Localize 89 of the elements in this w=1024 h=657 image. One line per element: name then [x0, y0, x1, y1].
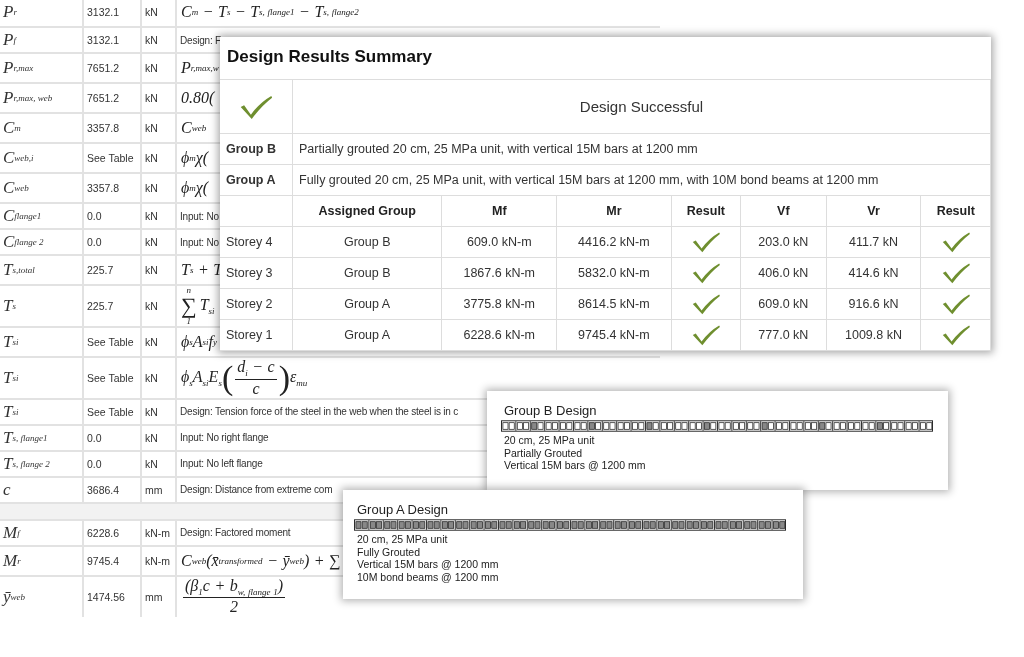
table-cell: 916.6 kN — [826, 288, 921, 320]
table-cell: kN — [142, 230, 175, 254]
formula: 0.80( — [181, 89, 215, 107]
table-cell: Group A — [292, 319, 442, 351]
table-cell: kN — [142, 286, 175, 326]
table-cell: 0.0 — [84, 230, 140, 254]
window-title: Group A Design — [357, 502, 450, 517]
table-cell: Storey 1 — [220, 319, 293, 351]
table-cell: 4416.2 kN-m — [556, 226, 672, 258]
formula: n ∑ 1 T$_{si}$ — [181, 286, 215, 326]
table-cell: 203.0 kN — [740, 226, 827, 258]
table-cell: 9745.4 kN-m — [556, 319, 672, 351]
table-cell: See Table — [84, 399, 140, 424]
table-cell: Group A — [292, 288, 442, 320]
column-header: Mf — [441, 195, 557, 227]
table-cell: kN — [142, 256, 175, 284]
table-cell: 0.0 — [84, 204, 140, 228]
table-cell: kN — [142, 358, 175, 398]
table-cell: kN — [142, 144, 175, 172]
table-cell: Group B — [220, 133, 293, 165]
table-cell: 1867.6 kN-m — [441, 257, 557, 289]
table-cell: 6228.6 — [84, 520, 140, 545]
table-cell: Storey 2 — [220, 288, 293, 320]
table-cell: Group A — [220, 164, 293, 196]
table-cell: 414.6 kN — [826, 257, 921, 289]
status-text: Design Successful — [292, 80, 991, 134]
table-cell: 0.0 — [84, 425, 140, 450]
table-cell: 8614.5 kN-m — [556, 288, 672, 320]
table-cell: Group B — [292, 257, 442, 289]
table-cell: kN — [142, 114, 175, 142]
window-title: Group B Design — [504, 403, 598, 418]
formula: (β$_{1}$c + b$_{w, flange 1}$) 2 — [182, 576, 287, 617]
detail-text: 20 cm, 25 MPa unit — [504, 434, 596, 447]
table-cell: kN-m — [142, 520, 175, 545]
table-cell: c — [0, 477, 82, 502]
table-cell: Storey 3 — [220, 257, 293, 289]
detail-text: Fully Grouted — [357, 545, 422, 558]
detail-text: 20 cm, 25 MPa unit — [357, 533, 449, 546]
table-cell: 3132.1 — [84, 0, 140, 26]
table-cell: 411.7 kN — [826, 226, 921, 258]
table-cell: See Table — [84, 328, 140, 356]
table-cell: 225.7 — [84, 256, 140, 284]
table-cell: kN — [142, 451, 175, 476]
table-cell: 225.7 — [84, 286, 140, 326]
column-header: Result — [920, 195, 991, 227]
table-cell: 9745.4 — [84, 546, 140, 575]
table-cell: 609.0 kN — [740, 288, 827, 320]
column-header: Mr — [556, 195, 672, 227]
table-cell: 0.0 — [84, 451, 140, 476]
table-cell: kN — [142, 84, 175, 112]
table-cell: kN — [142, 425, 175, 450]
detail-text: 10M bond beams @ 1200 mm — [357, 570, 500, 583]
detail-text: Vertical 15M bars @ 1200 mm — [504, 459, 647, 472]
table-cell: 7651.2 — [84, 84, 140, 112]
table-cell: Storey 4 — [220, 226, 293, 258]
table-cell: 7651.2 — [84, 54, 140, 82]
table-cell: kN — [142, 328, 175, 356]
column-header: Assigned Group — [292, 195, 442, 227]
table-cell: Fully grouted 20 cm, 25 MPa unit, with vertical 15M bars at 1200 mm, with 10M bond beams at 1200 mm — [292, 164, 991, 196]
column-header: Result — [671, 195, 741, 227]
table-cell: Group B — [292, 226, 442, 258]
table-cell: kN — [142, 399, 175, 424]
table-cell: 1009.8 kN — [826, 319, 921, 351]
detail-text: Vertical 15M bars @ 1200 mm — [357, 558, 500, 571]
table-cell: 3775.8 kN-m — [441, 288, 557, 320]
table-cell: See Table — [84, 358, 140, 398]
table-cell: 1474.56 — [84, 576, 140, 617]
table-cell: kN — [142, 174, 175, 202]
column-header: Vf — [740, 195, 827, 227]
window-title: Design Results Summary — [220, 37, 991, 80]
table-cell: kN — [142, 54, 175, 82]
table-cell: See Table — [84, 144, 140, 172]
table-cell: 3686.4 — [84, 477, 140, 502]
table-cell: kN — [142, 204, 175, 228]
table-cell: 6228.6 kN-m — [441, 319, 557, 351]
table-cell: 3357.8 — [84, 174, 140, 202]
table-cell: 406.0 kN — [740, 257, 827, 289]
table-cell: 5832.0 kN-m — [556, 257, 672, 289]
table-cell: kN — [142, 0, 175, 26]
table-cell: kN — [142, 28, 175, 52]
table-cell: 3132.1 — [84, 28, 140, 52]
table-cell: kN-m — [142, 546, 175, 575]
table-cell: 3357.8 — [84, 114, 140, 142]
column-header: Vr — [826, 195, 921, 227]
table-cell: mm — [142, 576, 175, 617]
table-cell: 777.0 kN — [740, 319, 827, 351]
table-cell: 609.0 kN-m — [441, 226, 557, 258]
table-cell: mm — [142, 477, 175, 502]
table-cell: Partially grouted 20 cm, 25 MPa unit, with vertical 15M bars at 1200 mm — [292, 133, 991, 165]
